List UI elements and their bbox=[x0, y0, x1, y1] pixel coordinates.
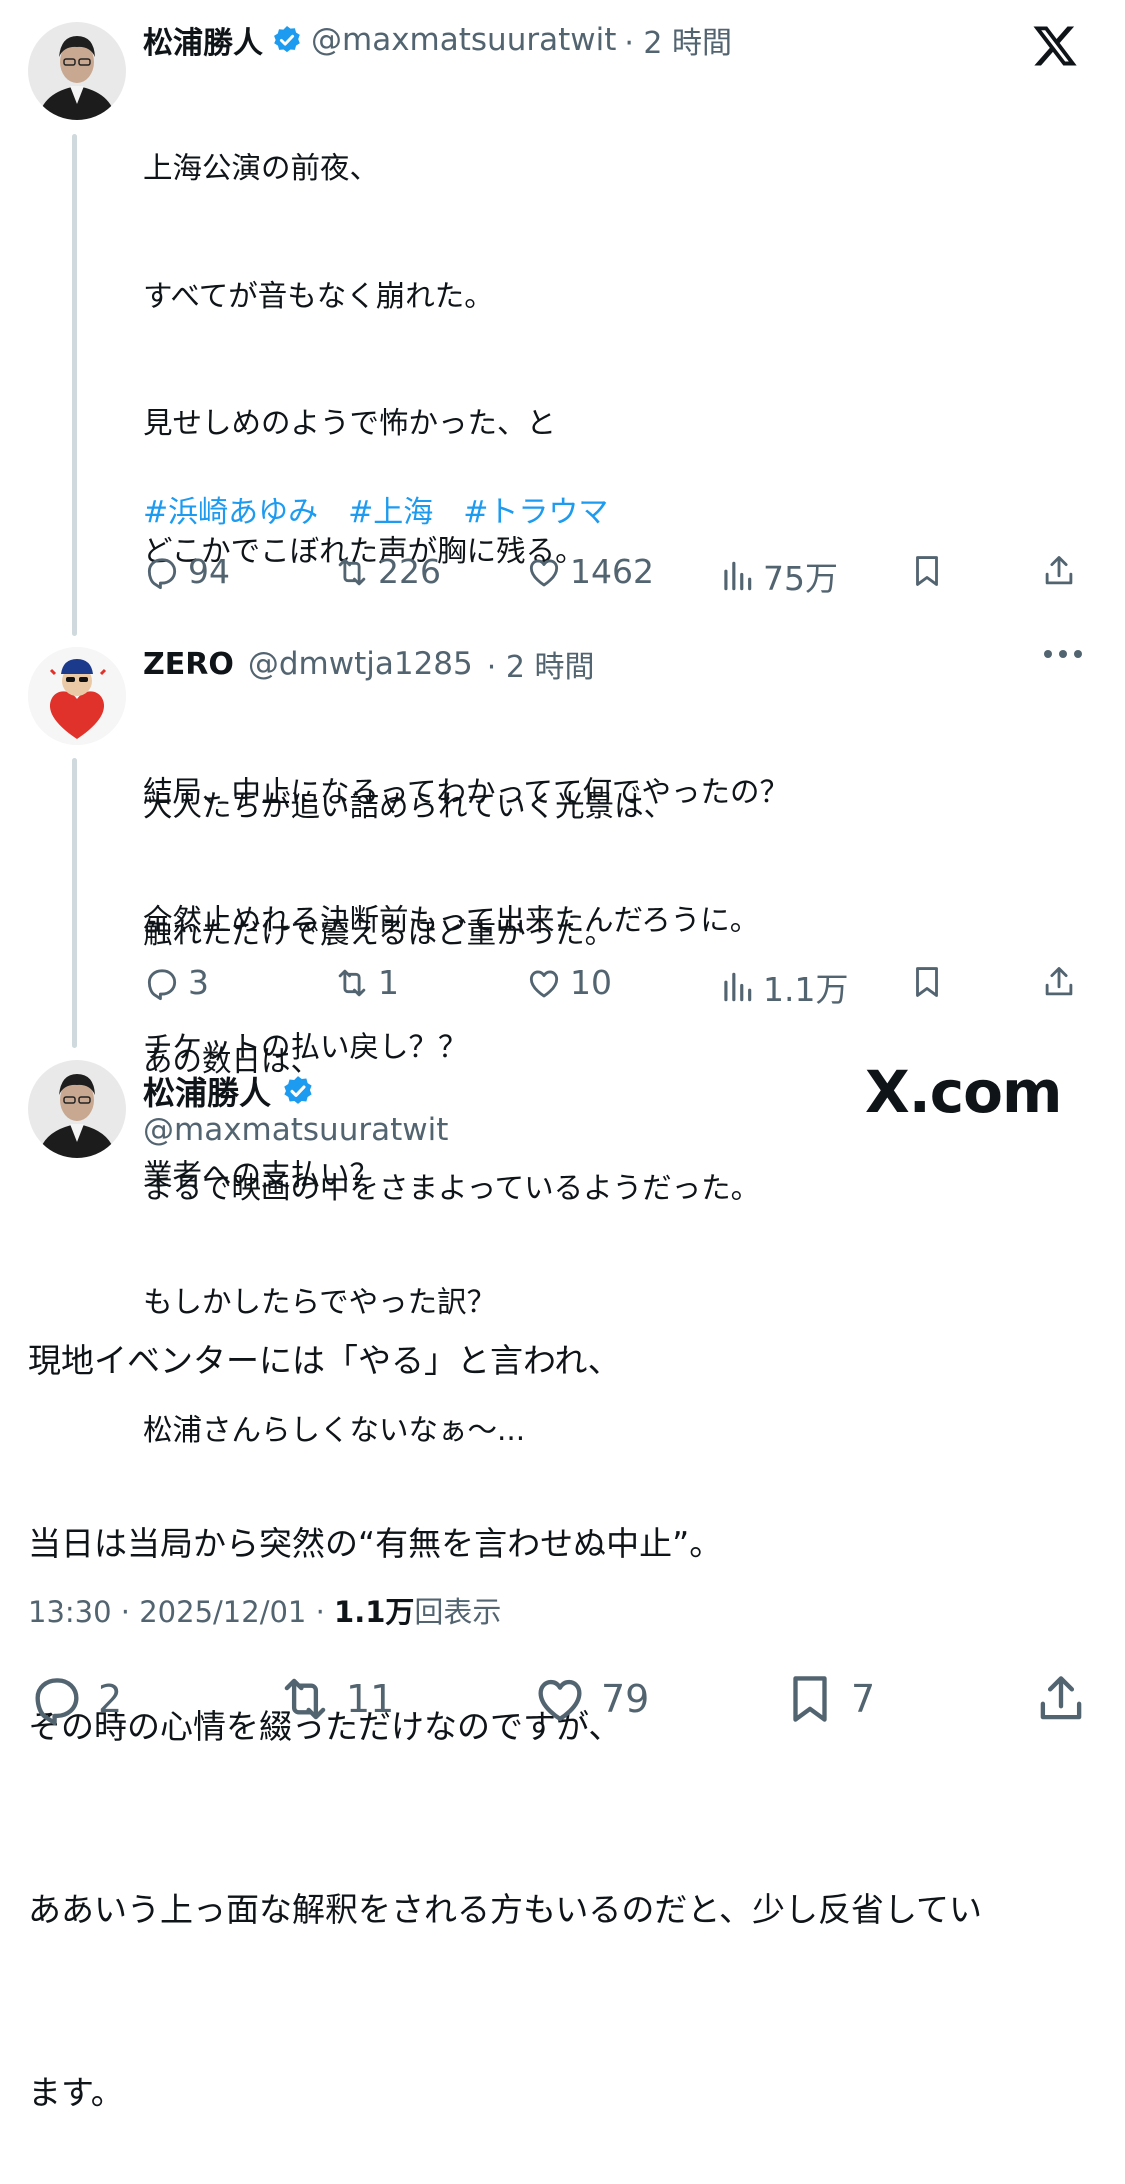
hashtag-link[interactable]: #上海 bbox=[348, 487, 433, 531]
avatar[interactable] bbox=[28, 22, 126, 120]
timestamp[interactable]: 13:30 · 2025/12/01 · bbox=[28, 1595, 334, 1629]
text-line: ああいう上っ面な解釈をされる方もいるのだと、少し反省してい bbox=[28, 1890, 983, 1929]
views-count: 1.1万 bbox=[334, 1595, 415, 1629]
views-label: 回表示 bbox=[414, 1595, 502, 1629]
like-button[interactable]: 1462 bbox=[525, 552, 654, 591]
views-icon bbox=[724, 561, 752, 591]
timestamp[interactable]: · 2 時間 bbox=[624, 18, 732, 62]
share-icon bbox=[1045, 556, 1073, 585]
avatar[interactable] bbox=[28, 1060, 126, 1158]
like-count: 79 bbox=[601, 1677, 650, 1721]
like-count: 1462 bbox=[570, 552, 654, 591]
text-line: 現地イベンターには「やる」と言われ、 bbox=[28, 1341, 621, 1380]
like-icon bbox=[538, 1679, 582, 1721]
retweet-button[interactable]: 11 bbox=[276, 1670, 394, 1728]
reply-count: 2 bbox=[98, 1677, 123, 1721]
retweet-button[interactable]: 1 bbox=[333, 963, 399, 1002]
verified-badge-icon bbox=[284, 1076, 312, 1104]
text-line: ます。 bbox=[28, 2073, 124, 2112]
text-line: チケットの払い戻し？？ bbox=[143, 1030, 468, 1064]
retweet-count: 226 bbox=[378, 552, 441, 591]
tweet-header: 松浦勝人 bbox=[143, 1068, 315, 1114]
watermark-x-com: X.com bbox=[865, 1058, 1062, 1126]
like-button[interactable]: 79 bbox=[531, 1670, 649, 1728]
display-name[interactable]: 松浦勝人 bbox=[143, 1068, 271, 1114]
views-button[interactable]: 75万 bbox=[718, 552, 838, 600]
reply-count: 94 bbox=[188, 552, 230, 591]
retweet-icon bbox=[284, 1678, 326, 1720]
hashtag-link[interactable]: #浜崎あゆみ bbox=[143, 487, 318, 531]
handle[interactable]: @maxmatsuuratwit bbox=[143, 1112, 448, 1148]
reply-button[interactable]: 3 bbox=[143, 963, 209, 1002]
reply-icon bbox=[147, 557, 177, 589]
text-line: どこかでこぼれた声が胸に残る。 bbox=[143, 533, 585, 568]
more-dot bbox=[1059, 650, 1067, 658]
reply-icon bbox=[35, 1678, 79, 1726]
verified-badge-icon bbox=[274, 26, 300, 53]
bookmark-button[interactable] bbox=[908, 963, 946, 1001]
text-line: すべてが音もなく崩れた。 bbox=[143, 278, 494, 313]
text-line: 上海公演の前夜、 bbox=[143, 151, 380, 185]
text-line: 見せしめのようで怖かった、と bbox=[143, 406, 557, 440]
text-line: 全然止めれる決断前もって出来たんだろうに。 bbox=[143, 902, 760, 937]
tweet-header: ZERO @dmwtja1285 · 2 時間 bbox=[143, 642, 594, 686]
bookmark-button[interactable]: 7 bbox=[781, 1670, 875, 1728]
like-button[interactable]: 10 bbox=[525, 963, 612, 1002]
tweet-header: 松浦勝人 @maxmatsuuratwit · 2 時間 bbox=[143, 18, 732, 62]
bookmark-count: 7 bbox=[851, 1677, 876, 1721]
like-icon bbox=[529, 969, 559, 997]
retweet-count: 11 bbox=[346, 1677, 395, 1721]
text-line: 業者への支払い？ bbox=[143, 1157, 380, 1192]
x-logo-icon[interactable] bbox=[1030, 22, 1080, 70]
avatar[interactable] bbox=[28, 647, 126, 745]
bookmark-icon bbox=[793, 1676, 827, 1722]
views-icon bbox=[724, 972, 752, 1002]
hashtag-link[interactable]: #トラウマ bbox=[463, 487, 608, 531]
hashtags: #浜崎あゆみ #上海 #トラウマ bbox=[143, 487, 608, 531]
retweet-button[interactable]: 226 bbox=[333, 552, 441, 591]
more-icon[interactable] bbox=[1044, 650, 1082, 658]
more-dot bbox=[1074, 650, 1082, 658]
thread-line bbox=[72, 134, 77, 636]
like-icon bbox=[529, 558, 559, 586]
share-button[interactable] bbox=[1040, 552, 1078, 590]
retweet-count: 1 bbox=[378, 963, 399, 1002]
bookmark-button[interactable] bbox=[908, 552, 946, 590]
share-button[interactable] bbox=[1040, 963, 1078, 1001]
views-count: 1.1万 bbox=[763, 970, 849, 1009]
reply-count: 3 bbox=[188, 963, 209, 1002]
reply-button[interactable]: 94 bbox=[143, 552, 230, 591]
reply-button[interactable]: 2 bbox=[28, 1670, 122, 1728]
retweet-icon bbox=[338, 558, 366, 585]
share-icon bbox=[1045, 967, 1073, 996]
retweet-icon bbox=[338, 969, 366, 996]
share-button[interactable] bbox=[1032, 1670, 1090, 1728]
share-icon bbox=[1040, 1676, 1082, 1720]
timestamp[interactable]: · 2 時間 bbox=[487, 642, 595, 686]
display-name[interactable]: ZERO bbox=[143, 647, 234, 682]
views-button[interactable]: 1.1万 bbox=[718, 963, 848, 1011]
thread-line bbox=[72, 758, 77, 1048]
more-dot bbox=[1044, 650, 1052, 658]
reply-icon bbox=[147, 968, 177, 1000]
text-line: 当日は当局から突然の“有無を言わせぬ中止”。 bbox=[28, 1524, 723, 1563]
bookmark-icon bbox=[916, 556, 938, 586]
display-name[interactable]: 松浦勝人 bbox=[143, 18, 263, 62]
views-count: 75万 bbox=[763, 559, 838, 598]
text-line: 結局、中止になるってわかってて何でやったの？ bbox=[143, 775, 790, 809]
post-meta: 13:30 · 2025/12/01 · 1.1万回表示 bbox=[28, 1589, 501, 1631]
handle[interactable]: @dmwtja1285 bbox=[248, 646, 473, 682]
like-count: 10 bbox=[570, 963, 612, 1002]
bookmark-icon bbox=[916, 967, 938, 997]
handle[interactable]: @maxmatsuuratwit bbox=[311, 22, 616, 58]
